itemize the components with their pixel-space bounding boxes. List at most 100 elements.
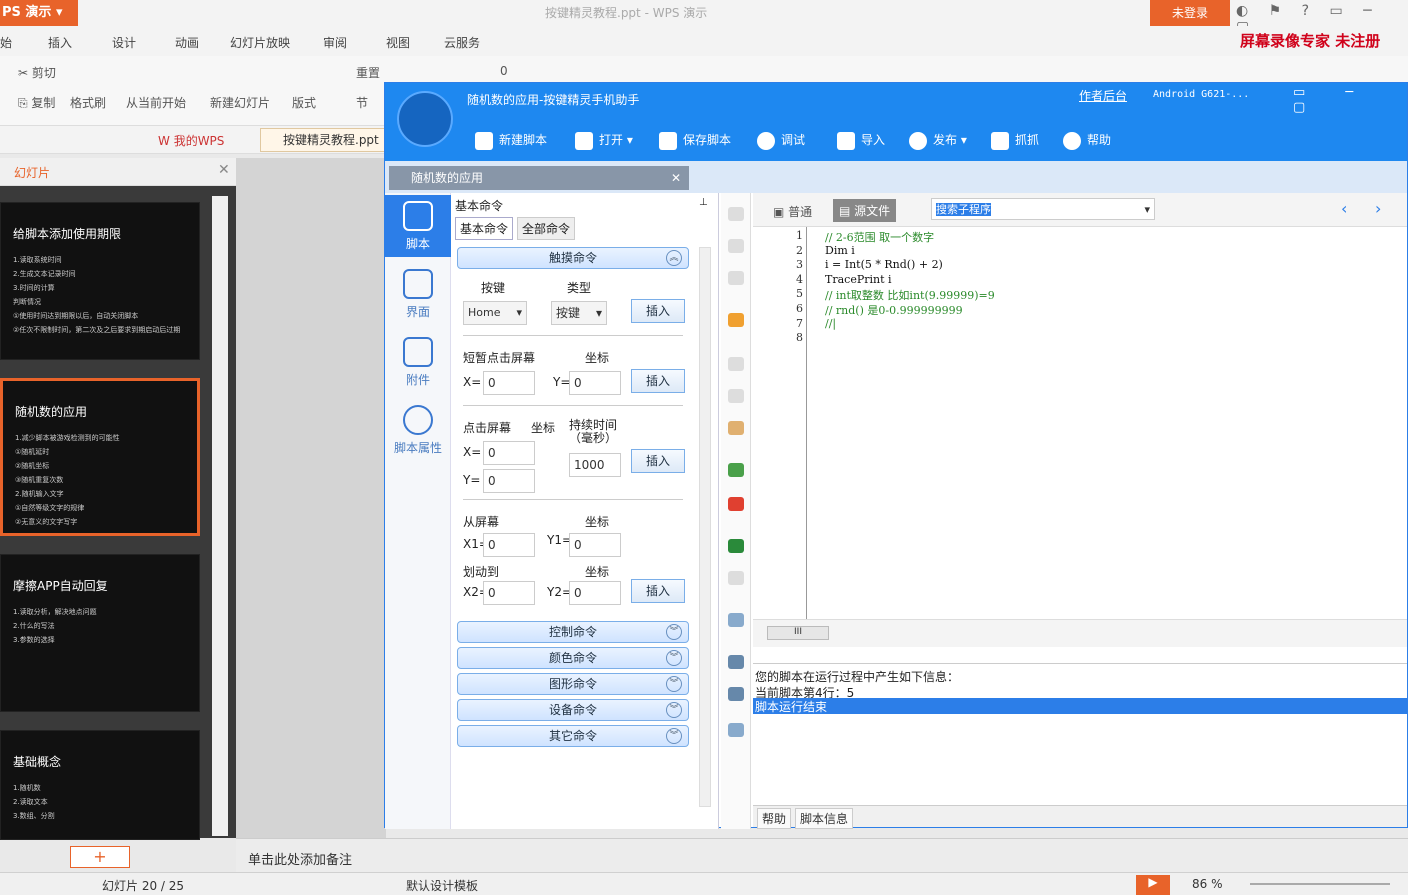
import-button[interactable]: 导入 bbox=[837, 131, 885, 150]
layout-button[interactable]: 版式 bbox=[292, 94, 316, 111]
cut-icon[interactable] bbox=[728, 271, 744, 285]
replace-icon[interactable] bbox=[728, 687, 744, 701]
mywps-tab[interactable]: W 我的WPS bbox=[158, 132, 224, 149]
document-tab[interactable]: 按键精灵教程.ppt bbox=[260, 128, 390, 152]
open-button[interactable]: 打开 ▾ bbox=[575, 131, 633, 150]
play-icon[interactable]: ▶ bbox=[1136, 875, 1170, 895]
command-panel-scrollbar[interactable] bbox=[699, 247, 711, 807]
touch-commands-bar[interactable]: 触摸命令 ︽ bbox=[457, 247, 689, 269]
device-commands-bar[interactable]: 设备命令 ︾ bbox=[457, 699, 689, 721]
wps-app-menu[interactable]: PS 演示 ▾ bbox=[0, 0, 78, 26]
script-doc-tab[interactable]: 随机数的应用 ✕ bbox=[389, 166, 689, 190]
x1-input[interactable]: 0 bbox=[483, 533, 535, 557]
y2-input[interactable]: 0 bbox=[569, 581, 621, 605]
nav-attachment[interactable]: 附件 bbox=[385, 333, 451, 395]
tab-script-info[interactable]: 脚本信息 bbox=[795, 808, 854, 829]
capture-button[interactable]: 抓抓 bbox=[991, 131, 1039, 150]
login-button[interactable]: 未登录 bbox=[1150, 0, 1230, 26]
pin-icon[interactable]: ⊥ bbox=[699, 197, 708, 208]
code-line[interactable]: //| bbox=[825, 317, 836, 330]
zoom-slider[interactable] bbox=[1250, 883, 1390, 885]
debug-button[interactable]: 调试 bbox=[757, 131, 805, 150]
insert-swipe-button[interactable]: 插入 bbox=[631, 579, 685, 603]
notes-area[interactable]: 单击此处添加备注 bbox=[236, 838, 1408, 872]
image-commands-bar[interactable]: 图形命令 ︾ bbox=[457, 673, 689, 695]
hscroll-thumb[interactable]: III bbox=[767, 626, 829, 640]
find-icon[interactable] bbox=[728, 655, 744, 669]
next-arrow-icon[interactable]: › bbox=[1375, 199, 1381, 218]
from-current-button[interactable]: 从当前开始 bbox=[126, 94, 186, 111]
comment-icon[interactable] bbox=[728, 463, 744, 477]
undo-icon[interactable] bbox=[728, 539, 744, 553]
goto-icon[interactable] bbox=[728, 613, 744, 627]
format-icon[interactable] bbox=[728, 723, 744, 737]
list-icon[interactable] bbox=[728, 389, 744, 403]
tab-animation[interactable]: 动画 bbox=[175, 34, 199, 51]
device-select[interactable]: Android G621-... bbox=[1153, 89, 1249, 100]
hand-icon[interactable] bbox=[728, 313, 744, 327]
code-editor[interactable] bbox=[753, 227, 1407, 619]
tab-all-commands[interactable]: 全部命令 bbox=[517, 217, 576, 240]
key-select[interactable]: Home ▾ bbox=[463, 301, 527, 325]
tab-design[interactable]: 设计 bbox=[112, 34, 136, 51]
insert-key-button[interactable]: 插入 bbox=[631, 299, 685, 323]
type-select[interactable]: 按键 ▾ bbox=[551, 301, 607, 325]
code-line[interactable]: // 2-6范围 取一个数字 bbox=[825, 229, 934, 245]
slide-thumbnail[interactable]: 摩擦APP自动回复 1.读取分析，解决地点问题 2.什么的写法 3.参数的选择 bbox=[0, 554, 200, 712]
mode-normal-button[interactable]: ▣ 普通 bbox=[773, 203, 812, 220]
tab-basic-commands[interactable]: 基本命令 bbox=[455, 217, 514, 240]
backend-link[interactable]: 作者后台 bbox=[1079, 87, 1127, 104]
code-line[interactable]: i = Int(5 * Rnd() + 2) bbox=[825, 258, 943, 271]
other-commands-bar[interactable]: 其它命令 ︾ bbox=[457, 725, 689, 747]
font-size-field[interactable]: 0 bbox=[500, 64, 508, 78]
nav-properties[interactable]: 脚本属性 bbox=[385, 401, 451, 463]
tap-y-input[interactable]: 0 bbox=[569, 371, 621, 395]
duration-input[interactable]: 1000 bbox=[569, 453, 621, 477]
slide-thumbnail[interactable]: 给脚本添加使用期限 1.读取系统时间 2.生成文本记录时间 3.时间的计算 判断情况 ①使… bbox=[0, 202, 200, 360]
code-line[interactable]: Dim i bbox=[825, 244, 855, 257]
mode-source-button[interactable]: ▤ 源文件 bbox=[833, 199, 897, 222]
add-slide-button[interactable]: + bbox=[70, 846, 130, 868]
slide-thumbnail[interactable]: 随机数的应用 1.减少脚本被游戏检测到的可能性 ①随机延时 ②随机坐标 ③随机重复次数 2… bbox=[0, 378, 200, 536]
paste-icon[interactable] bbox=[728, 421, 744, 435]
publish-button[interactable]: 发布 ▾ bbox=[909, 131, 967, 150]
control-commands-bar[interactable]: 控制命令 ︾ bbox=[457, 621, 689, 643]
tab-review[interactable]: 审阅 bbox=[323, 34, 347, 51]
x2-input[interactable]: 0 bbox=[483, 581, 535, 605]
help-button[interactable]: 帮助 bbox=[1063, 131, 1111, 150]
list-icon[interactable] bbox=[397, 91, 453, 147]
new-script-button[interactable]: 新建脚本 bbox=[475, 131, 547, 150]
arrow-up-icon[interactable] bbox=[728, 239, 744, 253]
close-icon[interactable]: ✕ bbox=[671, 166, 681, 190]
y1-input[interactable]: 0 bbox=[569, 533, 621, 557]
code-line[interactable]: TracePrint i bbox=[825, 273, 892, 286]
redo-icon[interactable] bbox=[728, 571, 744, 585]
arrow-down-icon[interactable] bbox=[728, 207, 744, 221]
copy-button[interactable]: ⎘ 复制 bbox=[18, 94, 55, 111]
insert-tap-button[interactable]: 插入 bbox=[631, 369, 685, 393]
prev-arrow-icon[interactable]: ‹ bbox=[1341, 199, 1347, 218]
close-icon[interactable]: ✕ bbox=[218, 162, 230, 178]
tap-x-input[interactable]: 0 bbox=[483, 371, 535, 395]
code-line[interactable]: // rnd() 是0-0.999999999 bbox=[825, 302, 963, 318]
slide-thumbnail[interactable]: 基础概念 1.随机数 2.读取文本 3.数组、分割 bbox=[0, 730, 200, 840]
helper-window-controls[interactable]: ▭ ─ ▢ bbox=[1293, 85, 1407, 115]
tab-insert[interactable]: 插入 bbox=[48, 34, 72, 51]
reset-button[interactable]: 重置 bbox=[356, 64, 380, 81]
slides-scrollbar[interactable] bbox=[212, 196, 228, 836]
color-commands-bar[interactable]: 颜色命令 ︾ bbox=[457, 647, 689, 669]
copy-icon[interactable] bbox=[728, 357, 744, 371]
tab-slideshow[interactable]: 幻灯片放映 bbox=[230, 34, 290, 51]
press-x-input[interactable]: 0 bbox=[483, 441, 535, 465]
uncomment-icon[interactable] bbox=[728, 497, 744, 511]
format-painter-button[interactable]: 格式刷 bbox=[70, 94, 106, 111]
section-button[interactable]: 节 bbox=[356, 94, 368, 111]
tab-help[interactable]: 帮助 bbox=[757, 808, 792, 829]
press-y-input[interactable]: 0 bbox=[483, 469, 535, 493]
subroutine-search[interactable]: 搜索子程序 ▾ bbox=[931, 198, 1155, 220]
editor-hscroll[interactable]: III bbox=[753, 619, 1407, 647]
nav-ui[interactable]: 界面 bbox=[385, 265, 451, 327]
new-slide-button[interactable]: 新建幻灯片 bbox=[210, 94, 270, 111]
nav-script[interactable]: 脚本 bbox=[385, 195, 451, 257]
tab-start[interactable]: 始 bbox=[0, 34, 12, 51]
